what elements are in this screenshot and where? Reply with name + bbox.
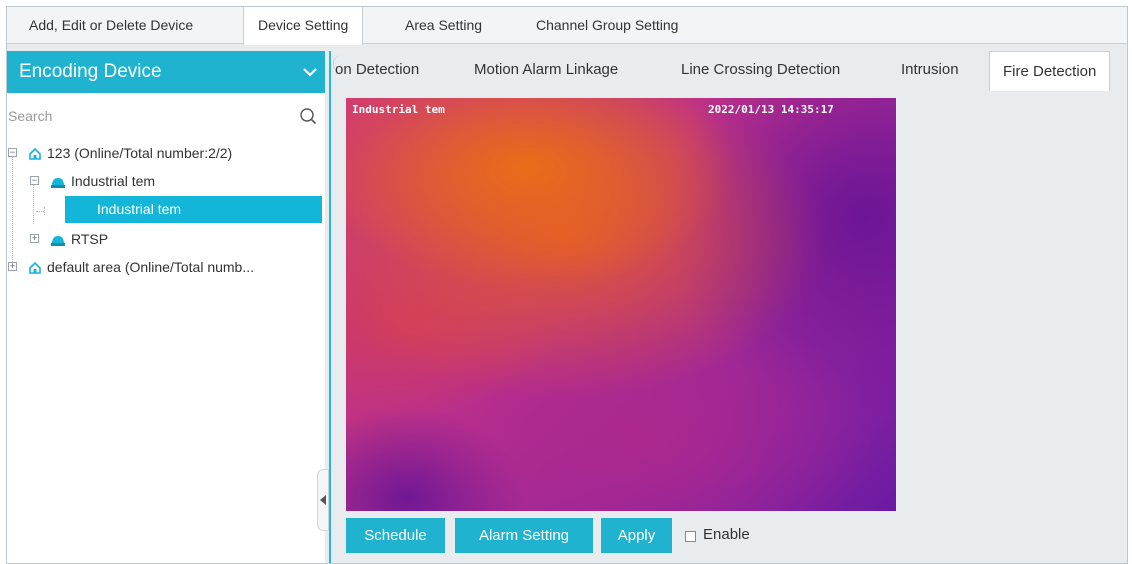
tree-node-channel-industrial-tem[interactable]: Industrial tem (65, 196, 322, 223)
alarm-setting-button[interactable]: Alarm Setting (455, 518, 593, 553)
panel-title: Encoding Device (19, 61, 162, 82)
tree-guide-line (44, 207, 45, 215)
detection-tab-bar: on Detection Motion Alarm Linkage Line C… (331, 51, 1127, 91)
panel-splitter[interactable] (329, 51, 331, 563)
chevron-down-icon[interactable] (301, 63, 319, 81)
tree-node-area-123[interactable]: 123 (Online/Total number:2/2) (47, 140, 232, 166)
tab-motion-alarm-linkage[interactable]: Motion Alarm Linkage (474, 61, 618, 78)
search-bar (7, 103, 325, 129)
tab-area-setting[interactable]: Area Setting (391, 7, 496, 44)
tree-guide-line (36, 211, 44, 212)
apply-button[interactable]: Apply (601, 518, 672, 553)
tab-motion-detection[interactable]: on Detection (335, 61, 419, 78)
tab-device-setting[interactable]: Device Setting (243, 7, 364, 45)
device-manager-window: Add, Edit or Delete Device Device Settin… (6, 6, 1128, 564)
osd-timestamp: 2022/01/13 14:35:17 (708, 103, 834, 116)
tab-line-crossing-detection[interactable]: Line Crossing Detection (681, 61, 840, 78)
enable-checkbox[interactable] (685, 531, 696, 542)
collapse-arrow-icon (320, 495, 326, 505)
thermal-video-preview[interactable]: Industrial tem 2022/01/13 14:35:17 (346, 98, 896, 511)
enable-label[interactable]: Enable (703, 526, 750, 543)
collapse-panel-button[interactable] (317, 469, 329, 531)
tab-intrusion[interactable]: Intrusion (901, 61, 959, 78)
device-tree-panel: Encoding Device − 123 (Online/Total numb… (7, 51, 325, 563)
tree-toggle-icon[interactable]: + (30, 234, 39, 243)
tree-node-device-rtsp[interactable]: RTSP (71, 226, 108, 252)
tree-toggle-icon[interactable]: + (8, 262, 17, 271)
search-icon[interactable] (299, 107, 317, 125)
tree-toggle-icon[interactable]: − (8, 148, 17, 157)
top-tab-bar: Add, Edit or Delete Device Device Settin… (7, 7, 1127, 45)
tab-add-edit-delete-device[interactable]: Add, Edit or Delete Device (15, 7, 207, 44)
camera-icon (51, 178, 65, 188)
tab-channel-group-setting[interactable]: Channel Group Setting (522, 7, 692, 44)
schedule-button[interactable]: Schedule (346, 518, 445, 553)
search-input[interactable] (7, 103, 287, 129)
osd-channel-name: Industrial tem (352, 103, 445, 116)
tree-toggle-icon[interactable]: − (30, 176, 39, 185)
encoding-device-header[interactable]: Encoding Device (7, 51, 325, 93)
home-icon (29, 261, 41, 274)
tree-node-default-area[interactable]: default area (Online/Total numb... (47, 254, 254, 280)
tab-fire-detection[interactable]: Fire Detection (989, 51, 1111, 91)
tree-guide-line (12, 154, 13, 264)
tree-guide-line (33, 181, 34, 224)
home-icon (29, 147, 41, 160)
tree-node-device-industrial-tem[interactable]: Industrial tem (71, 168, 155, 194)
camera-icon (51, 236, 65, 246)
